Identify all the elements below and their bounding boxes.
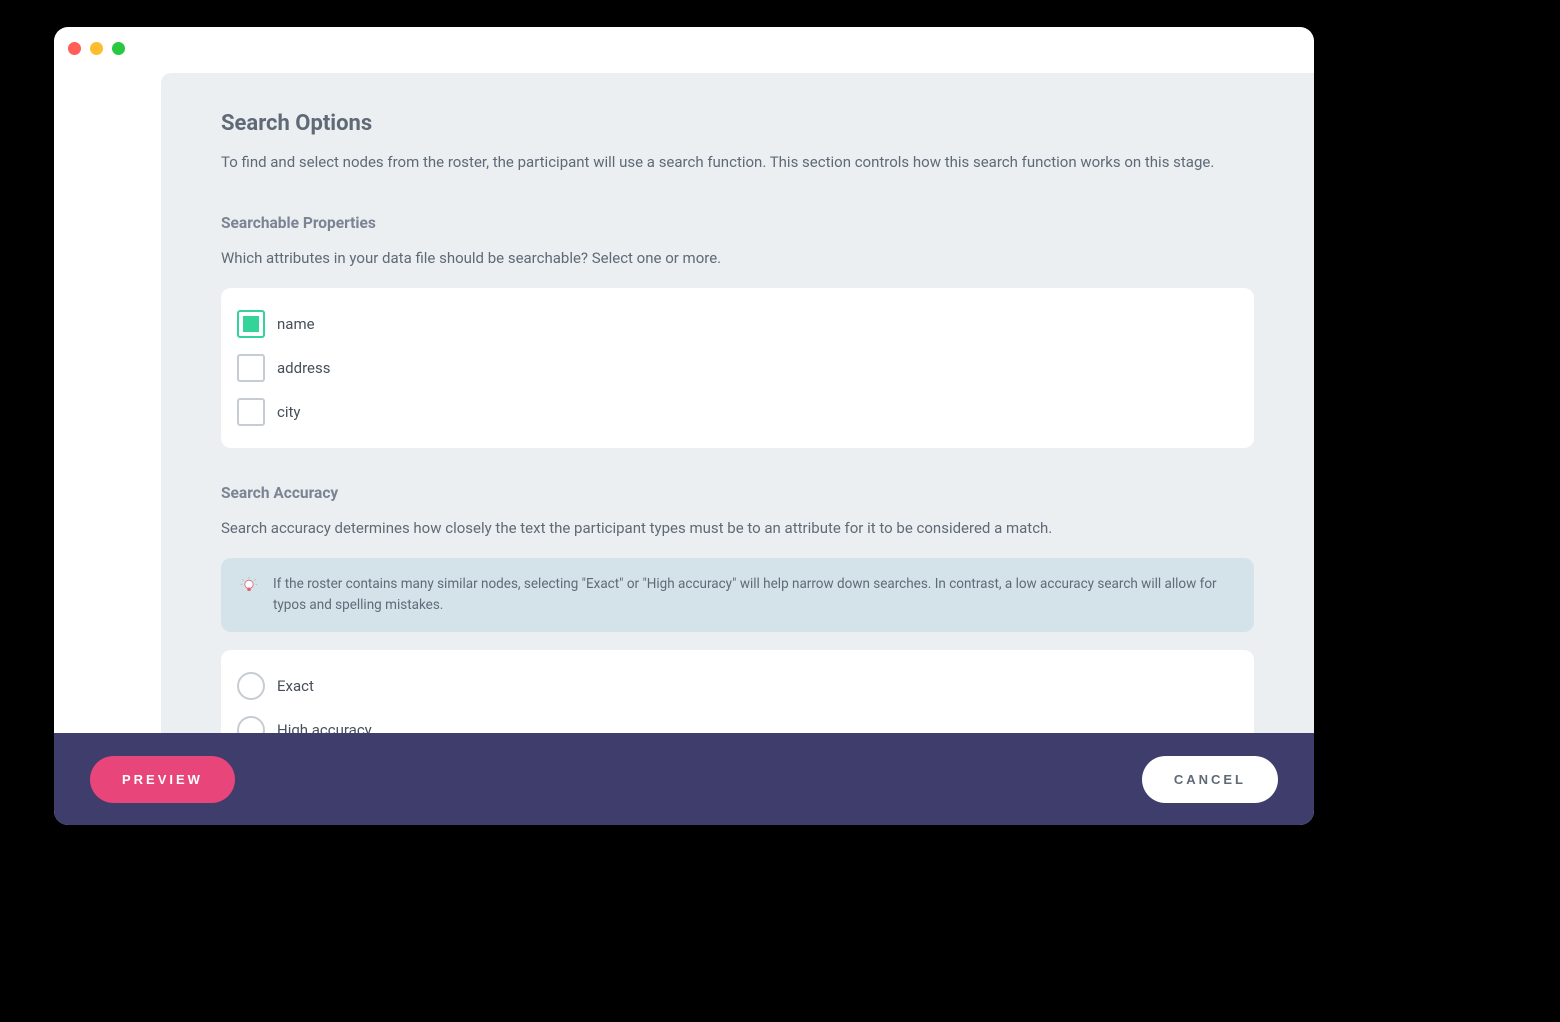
checkbox-city[interactable]	[237, 398, 265, 426]
checkbox-address[interactable]	[237, 354, 265, 382]
radio-exact[interactable]	[237, 672, 265, 700]
radio-row-exact[interactable]: Exact	[237, 664, 1238, 708]
maximize-window-icon[interactable]	[112, 42, 125, 55]
footer-bar: PREVIEW CANCEL	[54, 733, 1314, 825]
accuracy-card: Exact High accuracy Medium accuracy Low …	[221, 650, 1254, 733]
accuracy-sub: Search accuracy determines how closely t…	[221, 516, 1254, 540]
checkbox-label: city	[277, 403, 301, 421]
radio-high[interactable]	[237, 716, 265, 733]
checkbox-label: address	[277, 359, 330, 377]
checkbox-name[interactable]	[237, 310, 265, 338]
lightbulb-icon	[239, 576, 259, 596]
accuracy-heading: Search Accuracy	[221, 484, 1254, 502]
minimize-window-icon[interactable]	[90, 42, 103, 55]
searchable-card: name address city	[221, 288, 1254, 448]
checkbox-row-city[interactable]: city	[237, 390, 1238, 434]
searchable-heading: Searchable Properties	[221, 214, 1254, 232]
close-window-icon[interactable]	[68, 42, 81, 55]
content-panel: Search Options To find and select nodes …	[161, 73, 1314, 733]
checkbox-row-name[interactable]: name	[237, 302, 1238, 346]
checkbox-row-address[interactable]: address	[237, 346, 1238, 390]
tip-box: If the roster contains many similar node…	[221, 558, 1254, 632]
tip-text: If the roster contains many similar node…	[273, 574, 1236, 616]
preview-button[interactable]: PREVIEW	[90, 756, 235, 803]
app-window: Search Options To find and select nodes …	[54, 27, 1314, 825]
radio-label: Exact	[277, 677, 314, 695]
section-lead: To find and select nodes from the roster…	[221, 150, 1254, 174]
radio-row-high[interactable]: High accuracy	[237, 708, 1238, 733]
section-title: Search Options	[221, 111, 1254, 136]
window-controls	[68, 42, 125, 55]
checkbox-label: name	[277, 315, 315, 333]
searchable-sub: Which attributes in your data file shoul…	[221, 246, 1254, 270]
radio-label: High accuracy	[277, 721, 372, 733]
cancel-button[interactable]: CANCEL	[1142, 756, 1278, 803]
